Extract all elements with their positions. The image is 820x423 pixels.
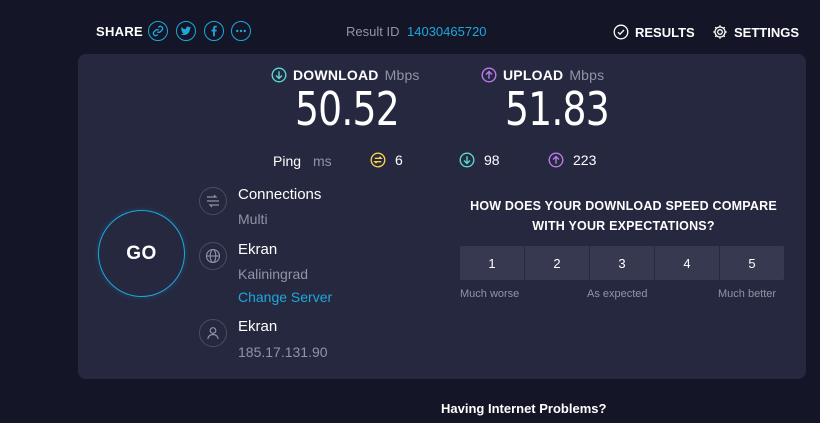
ping-download: 98 xyxy=(459,152,500,168)
download-arrow-icon xyxy=(271,67,287,83)
download-header: DOWNLOAD Mbps xyxy=(271,67,420,83)
survey-question: HOW DOES YOUR DOWNLOAD SPEED COMPARE WIT… xyxy=(460,196,787,236)
ping-unit: ms xyxy=(313,153,332,169)
result-id-label: Result ID xyxy=(346,24,400,39)
survey-question-line1: HOW DOES YOUR DOWNLOAD SPEED COMPARE xyxy=(470,199,777,213)
user-icon xyxy=(199,319,227,347)
scale-high-label: Much better xyxy=(718,288,777,300)
rating-1-button[interactable]: 1 xyxy=(460,246,524,280)
results-button[interactable]: RESULTS xyxy=(613,24,695,40)
globe-icon xyxy=(199,242,227,270)
change-server-link[interactable]: Change Server xyxy=(238,289,332,305)
upload-arrow-icon xyxy=(548,152,564,168)
ping-idle-value: 6 xyxy=(395,152,403,168)
twitter-icon[interactable] xyxy=(176,21,196,41)
ping-upload: 223 xyxy=(548,152,596,168)
ping-idle: 6 xyxy=(370,152,403,168)
settings-label: SETTINGS xyxy=(734,24,800,40)
link-icon[interactable] xyxy=(148,21,168,41)
download-speed-value: 50.52 xyxy=(295,82,400,136)
rating-2-button[interactable]: 2 xyxy=(525,246,589,280)
ping-label: Ping xyxy=(273,153,302,169)
share-label: SHARE xyxy=(96,24,144,39)
provider-ip: 185.17.131.90 xyxy=(238,344,328,360)
go-button[interactable]: GO xyxy=(98,210,185,297)
more-icon[interactable] xyxy=(231,21,251,41)
result-id-link[interactable]: 14030465720 xyxy=(407,24,487,39)
scale-low-label: Much worse xyxy=(460,288,520,300)
download-label: DOWNLOAD xyxy=(293,67,379,83)
rating-3-button[interactable]: 3 xyxy=(590,246,654,280)
results-label: RESULTS xyxy=(635,24,695,40)
rating-scale: 1 2 3 4 5 xyxy=(460,246,784,280)
server-name: Ekran xyxy=(238,241,278,258)
upload-arrow-icon xyxy=(481,67,497,83)
rating-4-button[interactable]: 4 xyxy=(655,246,719,280)
download-arrow-icon xyxy=(459,152,475,168)
internet-problems-heading: Having Internet Problems? xyxy=(441,401,607,416)
ping-upload-value: 223 xyxy=(573,152,597,168)
server-location: Kaliningrad xyxy=(238,266,309,282)
download-unit: Mbps xyxy=(384,67,420,83)
scale-mid-label: As expected xyxy=(587,288,648,300)
provider-name: Ekran xyxy=(238,318,278,335)
upload-speed-value: 51.83 xyxy=(505,82,610,136)
facebook-icon[interactable] xyxy=(204,21,224,41)
connections-title: Connections xyxy=(238,186,322,203)
connections-icon xyxy=(199,187,227,215)
rating-5-button[interactable]: 5 xyxy=(720,246,784,280)
connections-mode[interactable]: Multi xyxy=(238,211,268,227)
upload-header: UPLOAD Mbps xyxy=(481,67,604,83)
settings-button[interactable]: SETTINGS xyxy=(712,24,799,40)
ping-download-value: 98 xyxy=(484,152,500,168)
gear-icon xyxy=(713,25,727,39)
ping-icon xyxy=(370,152,386,168)
survey-question-line2: WITH YOUR EXPECTATIONS? xyxy=(532,219,715,233)
upload-label: UPLOAD xyxy=(503,67,564,83)
upload-unit: Mbps xyxy=(569,67,605,83)
check-circle-icon xyxy=(613,24,629,40)
